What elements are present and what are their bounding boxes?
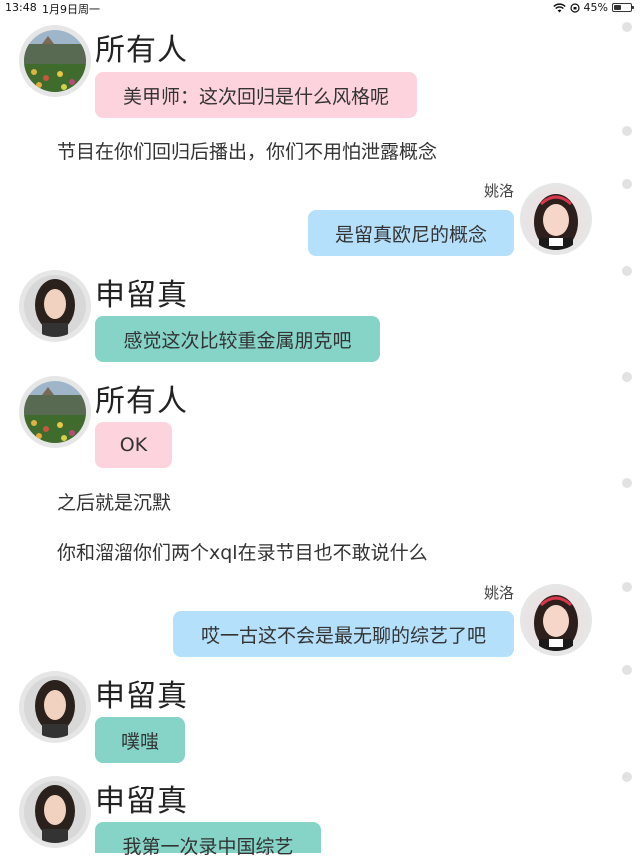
avatar-shinryujin[interactable] bbox=[19, 671, 91, 743]
avatar-shinryujin[interactable] bbox=[19, 270, 91, 342]
sender-name-right: 姚洛 bbox=[484, 182, 515, 200]
side-dot bbox=[622, 372, 632, 382]
portrait-photo-icon bbox=[525, 589, 587, 651]
sender-name-right: 姚洛 bbox=[484, 584, 515, 602]
avatar-garden[interactable] bbox=[19, 25, 91, 97]
side-dot bbox=[622, 266, 632, 276]
sender-name: 所有人 bbox=[95, 384, 188, 419]
wifi-icon bbox=[552, 2, 566, 12]
status-date: 1月9日周一 bbox=[42, 3, 100, 16]
side-dot bbox=[622, 22, 632, 32]
avatar-garden[interactable] bbox=[19, 376, 91, 448]
side-dot bbox=[622, 665, 632, 675]
status-right: 45% bbox=[552, 1, 634, 14]
side-dot bbox=[622, 126, 632, 136]
portrait-photo-icon bbox=[24, 275, 86, 337]
message-bubble[interactable]: 美甲师：这次回归是什么风格呢 bbox=[95, 72, 417, 118]
sender-name: 所有人 bbox=[95, 33, 188, 68]
sender-name: 申留真 bbox=[95, 679, 188, 714]
sender-name: 申留真 bbox=[95, 278, 188, 313]
message-bubble[interactable]: 哎一古这不会是最无聊的综艺了吧 bbox=[173, 611, 514, 657]
message-bubble[interactable]: 我第一次录中国综艺 bbox=[95, 822, 321, 858]
garden-photo-icon bbox=[24, 381, 86, 443]
avatar-shinryujin[interactable] bbox=[19, 776, 91, 848]
message-bubble[interactable]: OK bbox=[95, 422, 172, 468]
status-time: 13:48 bbox=[5, 1, 37, 14]
status-bar: 13:48 1月9日周一 45% bbox=[0, 0, 640, 16]
narration-text: 之后就是沉默 bbox=[57, 492, 172, 514]
message-bubble[interactable]: 感觉这次比较重金属朋克吧 bbox=[95, 316, 380, 362]
side-dot bbox=[622, 478, 632, 488]
message-bubble[interactable]: 噗嗤 bbox=[95, 717, 185, 763]
narration-text: 节目在你们回归后播出，你们不用怕泄露概念 bbox=[57, 141, 438, 163]
side-dot bbox=[622, 179, 632, 189]
battery-percent: 45% bbox=[583, 1, 608, 14]
portrait-photo-icon bbox=[24, 781, 86, 843]
side-dot bbox=[622, 582, 632, 592]
message-bubble[interactable]: 是留真欧尼的概念 bbox=[308, 210, 514, 256]
sender-name: 申留真 bbox=[95, 784, 188, 819]
narration-text: 你和溜溜你们两个xql在录节目也不敢说什么 bbox=[57, 542, 428, 564]
garden-photo-icon bbox=[24, 30, 86, 92]
portrait-photo-icon bbox=[525, 188, 587, 250]
portrait-photo-icon bbox=[24, 676, 86, 738]
rotation-lock-icon bbox=[569, 2, 580, 13]
side-dot bbox=[622, 772, 632, 782]
avatar-yaoluo[interactable] bbox=[520, 183, 592, 255]
battery-icon bbox=[612, 3, 634, 12]
avatar-yaoluo[interactable] bbox=[520, 584, 592, 656]
